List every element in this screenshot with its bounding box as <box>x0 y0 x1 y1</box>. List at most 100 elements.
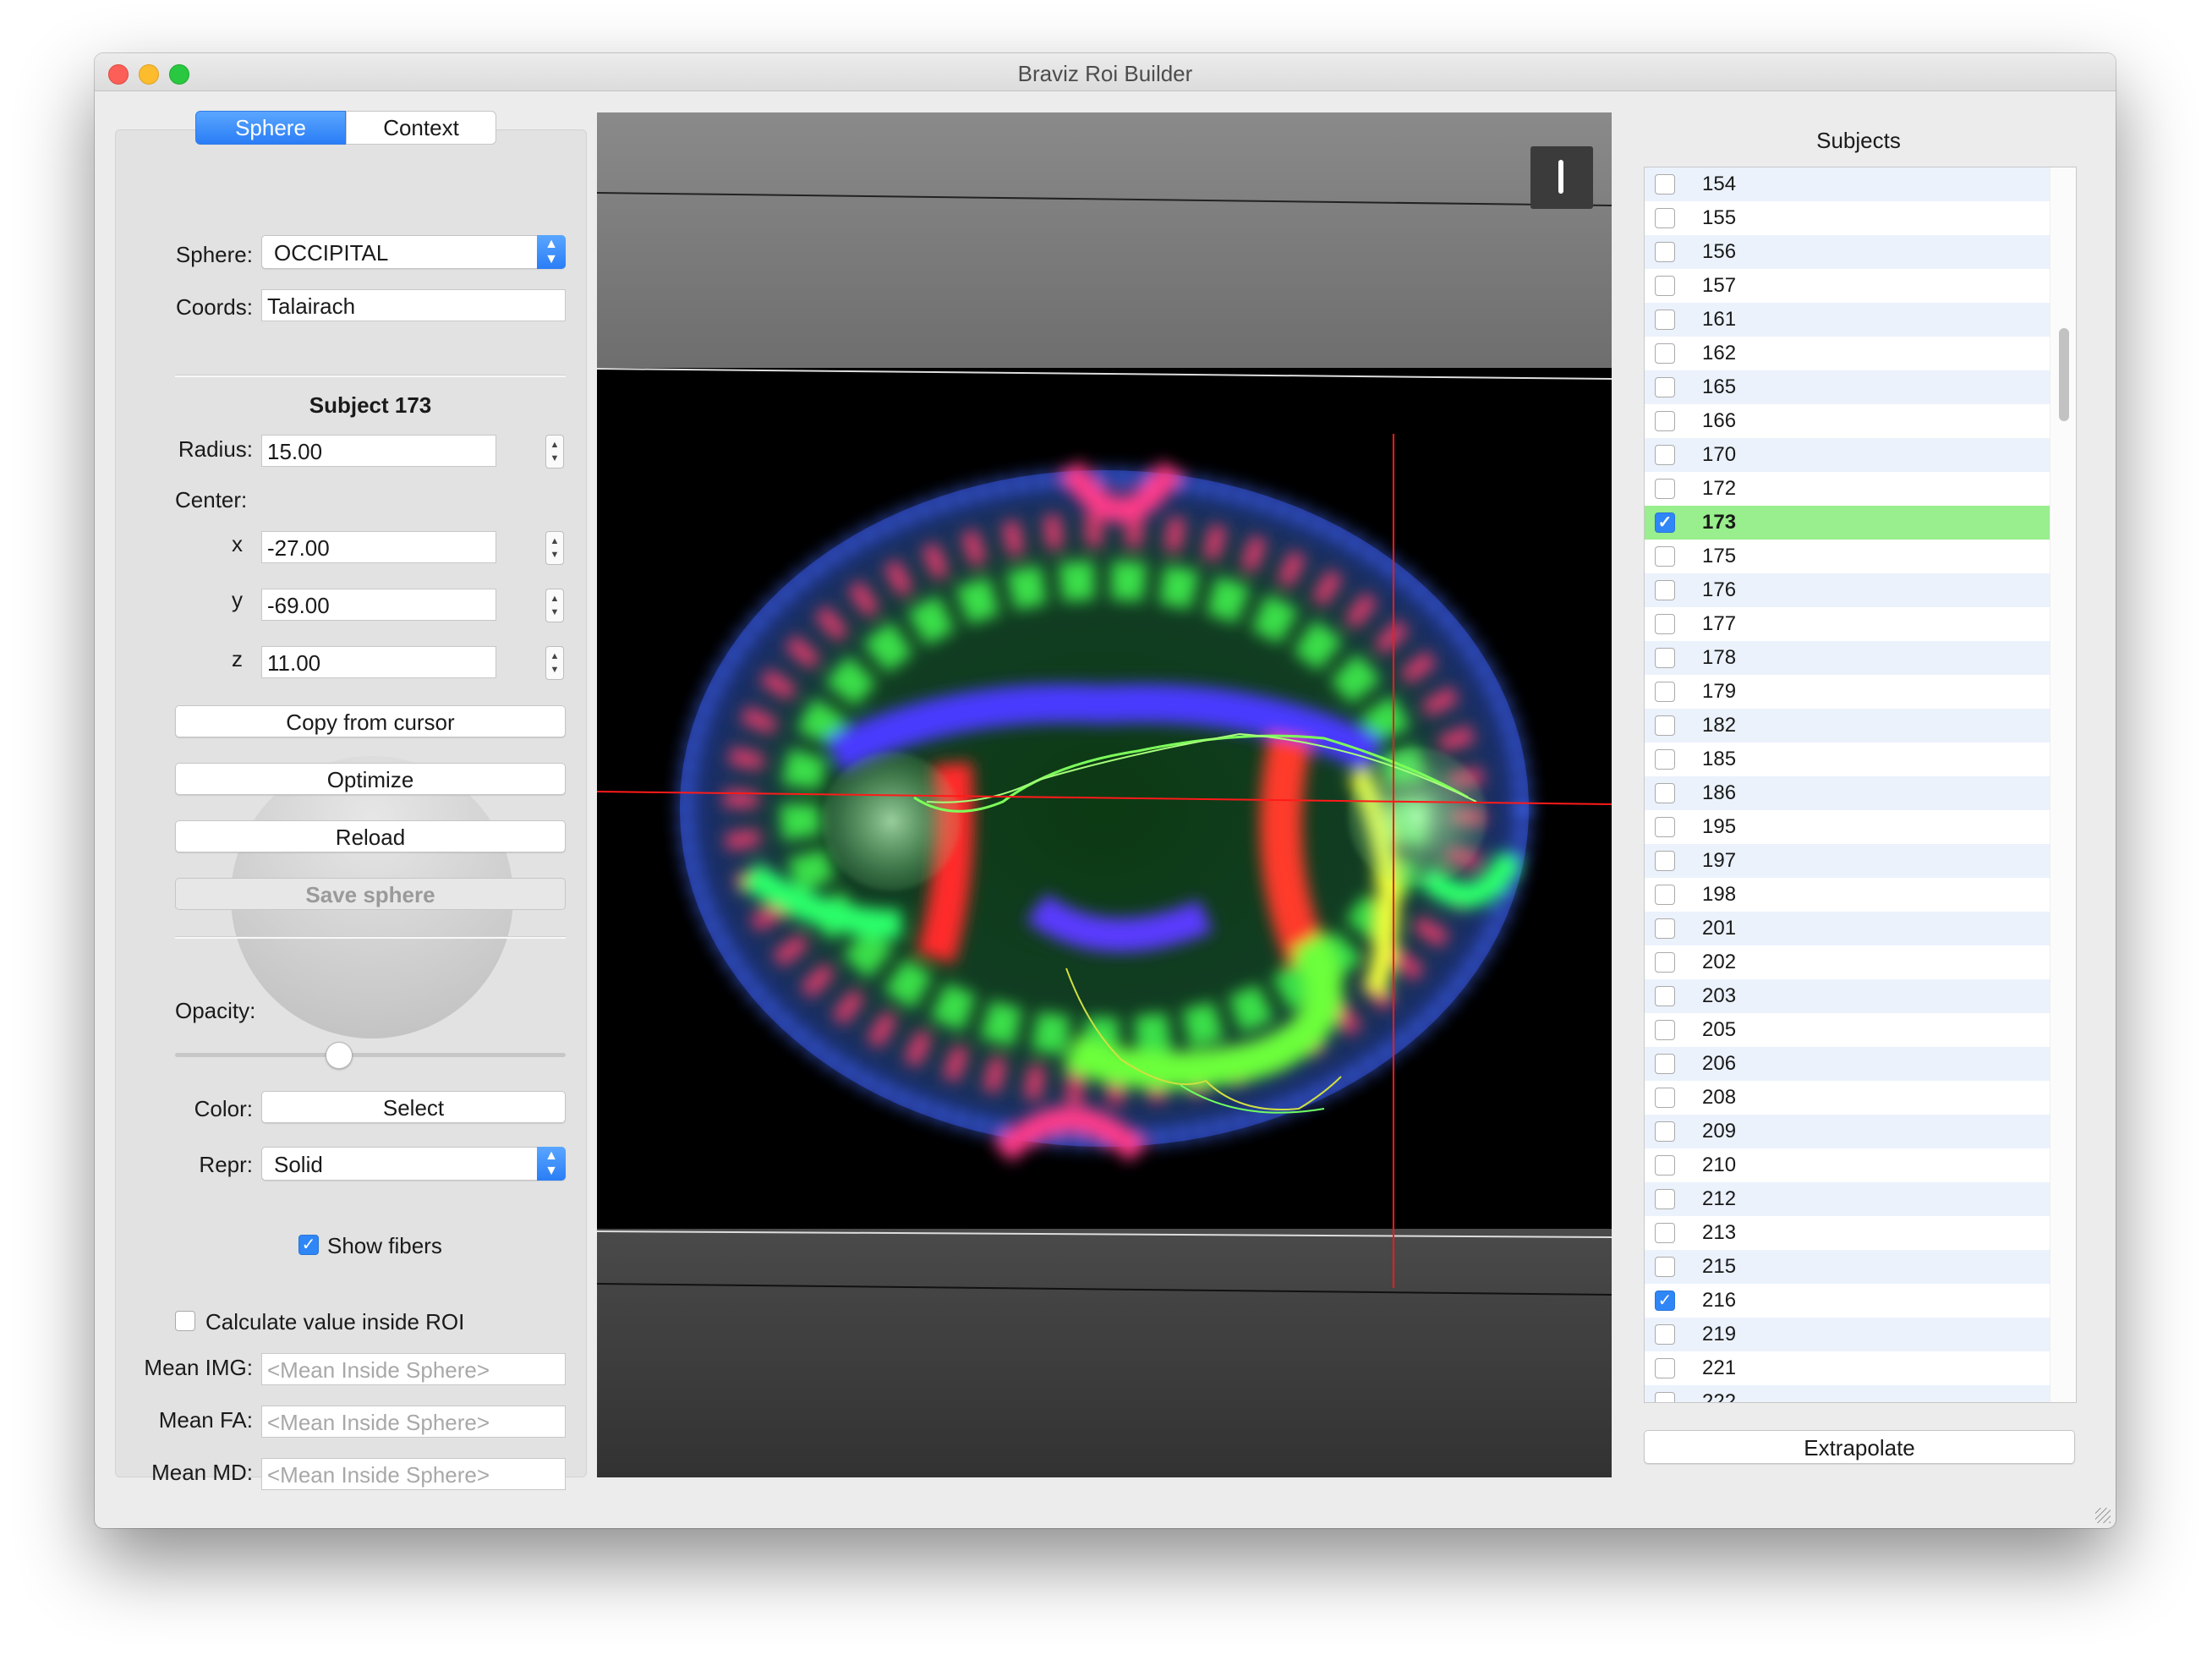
subject-row[interactable]: 157 <box>1645 269 2076 303</box>
subject-checkbox[interactable] <box>1655 1189 1675 1209</box>
subject-checkbox[interactable] <box>1655 242 1675 262</box>
subject-checkbox[interactable] <box>1655 1257 1675 1277</box>
opacity-slider-handle[interactable] <box>326 1042 353 1069</box>
optimize-button[interactable]: Optimize <box>175 763 566 795</box>
subject-checkbox[interactable] <box>1655 445 1675 465</box>
subject-checkbox[interactable] <box>1655 546 1675 567</box>
subject-row[interactable]: 166 <box>1645 404 2076 438</box>
subject-checkbox[interactable] <box>1655 276 1675 296</box>
subject-checkbox[interactable] <box>1655 817 1675 837</box>
mean-img-field[interactable]: <Mean Inside Sphere> <box>261 1353 566 1385</box>
center-y-field[interactable]: -69.00 <box>261 589 496 621</box>
subject-row[interactable]: 212 <box>1645 1182 2076 1216</box>
subject-row[interactable]: 161 <box>1645 303 2076 337</box>
subject-row[interactable]: 213 <box>1645 1216 2076 1250</box>
tab-sphere[interactable]: Sphere <box>195 111 346 145</box>
subject-checkbox[interactable] <box>1655 377 1675 397</box>
subject-row[interactable]: 186 <box>1645 776 2076 810</box>
radius-stepper[interactable]: ▲ ▼ <box>545 435 564 469</box>
subject-checkbox[interactable] <box>1655 1223 1675 1243</box>
subject-row[interactable]: 170 <box>1645 438 2076 472</box>
reload-button[interactable]: Reload <box>175 820 566 852</box>
subject-row[interactable]: 179 <box>1645 675 2076 709</box>
subject-checkbox[interactable] <box>1655 1020 1675 1040</box>
subject-row[interactable]: ✓ 173 <box>1645 506 2076 540</box>
subject-row[interactable]: 202 <box>1645 945 2076 979</box>
subject-checkbox[interactable] <box>1655 1121 1675 1142</box>
subject-checkbox[interactable] <box>1655 208 1675 228</box>
opacity-slider-track[interactable] <box>175 1053 566 1057</box>
repr-select[interactable]: Solid ▲ ▼ <box>261 1147 566 1181</box>
subjects-list[interactable]: 154 155 156 157 161 162 165 166 170 172 ✓ 173 175 176… <box>1644 167 2077 1403</box>
subject-row[interactable]: 176 <box>1645 573 2076 607</box>
subject-checkbox[interactable] <box>1655 952 1675 973</box>
subject-row[interactable]: 221 <box>1645 1351 2076 1385</box>
radius-field[interactable]: 15.00 <box>261 435 496 467</box>
subject-row[interactable]: 197 <box>1645 844 2076 878</box>
center-x-stepper[interactable]: ▲ ▼ <box>545 531 564 565</box>
copy-from-cursor-button[interactable]: Copy from cursor <box>175 705 566 737</box>
tab-context[interactable]: Context <box>346 111 496 145</box>
subject-checkbox[interactable] <box>1655 479 1675 499</box>
subject-checkbox[interactable] <box>1655 648 1675 668</box>
subject-checkbox[interactable] <box>1655 310 1675 330</box>
subject-checkbox[interactable] <box>1655 715 1675 736</box>
subject-row[interactable]: 209 <box>1645 1115 2076 1148</box>
save-sphere-button[interactable]: Save sphere <box>175 878 566 910</box>
subject-checkbox[interactable] <box>1655 174 1675 195</box>
center-y-stepper[interactable]: ▲ ▼ <box>545 589 564 622</box>
color-select-button[interactable]: Select <box>261 1091 566 1123</box>
coords-field[interactable]: Talairach <box>261 289 566 321</box>
viewer-toolbar-button[interactable] <box>1530 146 1593 209</box>
subjects-scrollbar-thumb[interactable] <box>2059 328 2069 421</box>
mean-fa-field[interactable]: <Mean Inside Sphere> <box>261 1406 566 1438</box>
subject-checkbox[interactable] <box>1655 1358 1675 1378</box>
mean-md-field[interactable]: <Mean Inside Sphere> <box>261 1458 566 1490</box>
subject-row[interactable]: 195 <box>1645 810 2076 844</box>
center-x-field[interactable]: -27.00 <box>261 531 496 563</box>
subject-row[interactable]: 178 <box>1645 641 2076 675</box>
subject-checkbox[interactable] <box>1655 783 1675 803</box>
subject-checkbox[interactable]: ✓ <box>1655 512 1675 533</box>
subject-checkbox[interactable] <box>1655 1054 1675 1074</box>
subject-row[interactable]: 208 <box>1645 1081 2076 1115</box>
extrapolate-button[interactable]: Extrapolate <box>1644 1430 2075 1464</box>
subject-checkbox[interactable] <box>1655 885 1675 905</box>
subject-row[interactable]: 156 <box>1645 235 2076 269</box>
subject-row[interactable]: 203 <box>1645 979 2076 1013</box>
subject-row[interactable]: 205 <box>1645 1013 2076 1047</box>
subject-checkbox[interactable] <box>1655 614 1675 634</box>
subjects-scrollbar[interactable] <box>2050 167 2076 1402</box>
subject-checkbox[interactable]: ✓ <box>1655 1291 1675 1311</box>
subject-row[interactable]: 198 <box>1645 878 2076 912</box>
subject-checkbox[interactable] <box>1655 1324 1675 1345</box>
sphere-select[interactable]: OCCIPITAL ▲ ▼ <box>261 235 566 269</box>
subject-row[interactable]: 162 <box>1645 337 2076 370</box>
subject-row[interactable]: 175 <box>1645 540 2076 573</box>
subject-row[interactable]: 155 <box>1645 201 2076 235</box>
center-z-stepper[interactable]: ▲ ▼ <box>545 646 564 680</box>
subject-row[interactable]: 206 <box>1645 1047 2076 1081</box>
center-z-field[interactable]: 11.00 <box>261 646 496 678</box>
subject-checkbox[interactable] <box>1655 986 1675 1006</box>
show-fibers-checkbox[interactable]: ✓ <box>298 1235 319 1255</box>
brain-3d-viewer[interactable] <box>597 112 1612 1477</box>
subject-checkbox[interactable] <box>1655 749 1675 770</box>
subject-row[interactable]: 165 <box>1645 370 2076 404</box>
subject-checkbox[interactable] <box>1655 1155 1675 1176</box>
subject-row[interactable]: 154 <box>1645 167 2076 201</box>
roi-sphere-right[interactable] <box>1348 748 1487 886</box>
subject-row[interactable]: 177 <box>1645 607 2076 641</box>
subject-checkbox[interactable] <box>1655 343 1675 364</box>
subject-row[interactable]: 172 <box>1645 472 2076 506</box>
subject-checkbox[interactable] <box>1655 411 1675 431</box>
resize-grip-icon[interactable] <box>2095 1508 2111 1523</box>
subject-checkbox[interactable] <box>1655 918 1675 939</box>
subject-row[interactable]: 210 <box>1645 1148 2076 1182</box>
subject-row[interactable]: 201 <box>1645 912 2076 945</box>
subject-checkbox[interactable] <box>1655 851 1675 871</box>
subject-row[interactable]: 215 <box>1645 1250 2076 1284</box>
subject-checkbox[interactable] <box>1655 1088 1675 1108</box>
subject-checkbox[interactable] <box>1655 1392 1675 1402</box>
subject-row[interactable]: 222 <box>1645 1385 2076 1402</box>
